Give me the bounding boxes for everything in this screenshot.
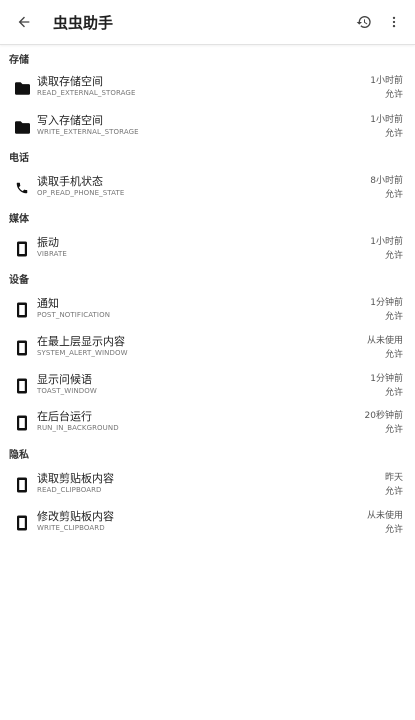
permission-row-write-clipboard[interactable]: 修改剪贴板内容 WRITE_CLIPBOARD 从未使用 允许: [0, 506, 415, 542]
permission-title: 读取剪贴板内容: [37, 472, 114, 485]
permission-status: 允许: [384, 425, 403, 435]
permission-id: TOAST_WINDOW: [37, 387, 97, 395]
history-icon: [356, 16, 371, 29]
last-used: 从未使用: [366, 511, 403, 521]
back-button[interactable]: [12, 10, 36, 34]
section-header-media: 媒体: [9, 214, 29, 225]
last-used: 1小时前: [370, 237, 403, 247]
permission-status: 允许: [384, 312, 403, 322]
permission-title: 振动: [37, 236, 59, 249]
last-used: 1分钟前: [370, 298, 403, 308]
permission-id: RUN_IN_BACKGROUND: [37, 424, 119, 432]
device-icon: [13, 414, 31, 432]
device-icon: [13, 240, 31, 258]
permission-status: 允许: [384, 190, 403, 200]
device-icon: [13, 514, 31, 532]
permission-row-read-storage[interactable]: 读取存储空间 READ_EXTERNAL_STORAGE 1小时前 允许: [0, 71, 415, 107]
permission-status: 允许: [384, 525, 403, 535]
permission-title: 通知: [37, 297, 59, 310]
permission-id: VIBRATE: [37, 250, 67, 258]
permission-title: 在后台运行: [37, 410, 92, 423]
permission-status: 允许: [384, 90, 403, 100]
permission-title: 读取存储空间: [37, 75, 103, 88]
last-used: 1小时前: [370, 115, 403, 125]
permission-row-system-alert-window[interactable]: 在最上层显示内容 SYSTEM_ALERT_WINDOW 从未使用 允许: [0, 331, 415, 367]
permission-row-read-phone-state[interactable]: 读取手机状态 OP_READ_PHONE_STATE 8小时前 允许: [0, 171, 415, 207]
folder-icon: [13, 79, 31, 97]
device-icon: [13, 301, 31, 319]
folder-icon: [13, 118, 31, 136]
permission-id: POST_NOTIFICATION: [37, 311, 111, 319]
app-bar: 虫虫助手: [0, 0, 415, 45]
permission-status: 允许: [384, 388, 403, 398]
permission-title: 显示问候语: [37, 373, 92, 386]
permission-status: 允许: [384, 129, 403, 139]
permission-id: SYSTEM_ALERT_WINDOW: [37, 349, 128, 357]
permission-status: 允许: [384, 487, 403, 497]
permission-row-vibrate[interactable]: 振动 VIBRATE 1小时前 允许: [0, 232, 415, 268]
more-vert-icon: [392, 16, 396, 28]
section-header-storage: 存储: [9, 55, 29, 66]
page-title: 虫虫助手: [53, 14, 114, 32]
last-used: 20秒钟前: [364, 411, 403, 421]
phone-icon: [13, 179, 31, 197]
permission-status: 允许: [384, 251, 403, 261]
permission-row-read-clipboard[interactable]: 读取剪贴板内容 READ_CLIPBOARD 昨天 允许: [0, 468, 415, 504]
permission-id: WRITE_CLIPBOARD: [37, 524, 105, 532]
section-header-device: 设备: [9, 275, 29, 286]
device-icon: [13, 377, 31, 395]
permission-status: 允许: [384, 350, 403, 360]
last-used: 从未使用: [366, 336, 403, 346]
permission-title: 写入存储空间: [37, 114, 103, 127]
last-used: 昨天: [384, 473, 403, 483]
more-options-button[interactable]: [385, 11, 403, 33]
permission-id: OP_READ_PHONE_STATE: [37, 189, 125, 197]
permission-row-write-storage[interactable]: 写入存储空间 WRITE_EXTERNAL_STORAGE 1小时前 允许: [0, 110, 415, 146]
section-header-privacy: 隐私: [9, 450, 29, 461]
device-icon: [13, 476, 31, 494]
section-header-phone: 电话: [9, 153, 29, 164]
permission-id: READ_CLIPBOARD: [37, 486, 102, 494]
arrow-back-icon: [18, 16, 30, 28]
device-icon: [13, 339, 31, 357]
permission-id: READ_EXTERNAL_STORAGE: [37, 89, 136, 97]
permission-id: WRITE_EXTERNAL_STORAGE: [37, 128, 139, 136]
history-button[interactable]: [353, 11, 375, 33]
last-used: 1小时前: [370, 76, 403, 86]
permission-title: 在最上层显示内容: [37, 335, 125, 348]
permission-row-notification[interactable]: 通知 POST_NOTIFICATION 1分钟前 允许: [0, 293, 415, 329]
permission-row-run-in-background[interactable]: 在后台运行 RUN_IN_BACKGROUND 20秒钟前 允许: [0, 406, 415, 442]
last-used: 8小时前: [370, 176, 403, 186]
permission-title: 读取手机状态: [37, 175, 103, 188]
permission-title: 修改剪贴板内容: [37, 510, 114, 523]
permission-row-toast-window[interactable]: 显示问候语 TOAST_WINDOW 1分钟前 允许: [0, 369, 415, 405]
last-used: 1分钟前: [370, 374, 403, 384]
